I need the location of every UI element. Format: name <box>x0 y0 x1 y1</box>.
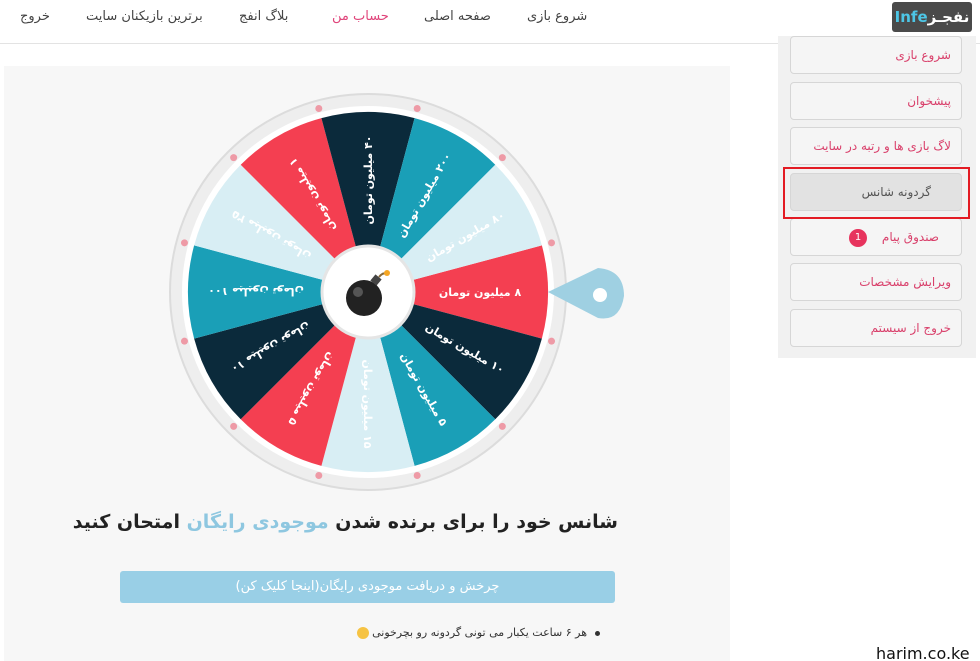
sidebar-item-dashboard[interactable]: پیشخوان <box>790 82 962 120</box>
watermark: harim.co.ke <box>876 644 970 661</box>
sidebar-item-start-game[interactable]: شروع بازی <box>790 36 962 74</box>
smiley-icon <box>357 627 370 639</box>
nav-my-account[interactable]: حساب من <box>332 9 389 24</box>
rim-dot <box>413 104 421 112</box>
rim-dot <box>230 422 238 430</box>
page-headline: شانس خود را برای برنده شدن موجودی رایگان… <box>73 511 618 533</box>
rim-dot <box>548 239 556 247</box>
logo-text: نفجـز <box>927 8 970 26</box>
highlight-box <box>783 167 970 219</box>
site-logo[interactable]: Infeنفجـز <box>892 2 972 32</box>
wheel-segment-label: ۸ میلیون تومان <box>439 286 522 299</box>
nav-logout[interactable]: خروج <box>20 9 50 24</box>
headline-after: امتحان کنید <box>72 511 180 533</box>
nav-home[interactable]: صفحه اصلی <box>424 9 491 24</box>
rim-dot <box>180 337 188 345</box>
logo-accent: Infe <box>894 8 928 26</box>
sidebar-item-game-log[interactable]: لاگ بازی ها و رتبه در سایت <box>790 127 962 165</box>
wheel-segment-label: ۱۵ میلیون تومان <box>361 359 374 448</box>
rim-dot <box>230 154 238 162</box>
wheel-segment-label: ۴۰ میلیون تومان <box>362 135 375 224</box>
wheel-segment-label: ۱۰۰ میلیون تومان <box>208 285 304 298</box>
rim-dot <box>180 239 188 247</box>
sidebar-item-edit-profile[interactable]: ویرایش مشخصات <box>790 263 962 301</box>
spin-button[interactable]: چرخش و دریافت موجودی رایگان(اینجا کلیک ک… <box>120 571 615 603</box>
rim-dot <box>548 337 556 345</box>
sidebar-item-inbox[interactable]: صندوق پیام <box>790 218 962 256</box>
sidebar-item-sign-out[interactable]: خروج از سیستم <box>790 309 962 347</box>
rim-dot <box>413 472 421 480</box>
spin-note-text: هر ۶ ساعت یکبار می تونی گردونه رو بچرخون… <box>372 626 587 639</box>
prize-wheel[interactable]: ۸ میلیون تومان۱۰ میلیون تومان۵ میلیون تو… <box>150 90 630 502</box>
nav-start-game[interactable]: شروع بازی <box>527 9 587 24</box>
rim-dot <box>498 154 506 162</box>
rim-dot <box>498 422 506 430</box>
rim-dot <box>315 472 323 480</box>
spin-note: هر ۶ ساعت یکبار می تونی گردونه رو بچرخون… <box>330 626 600 639</box>
rim-dot <box>315 104 323 112</box>
nav-top-players[interactable]: برترین بازیکنان سایت <box>86 9 203 24</box>
bullet-icon <box>595 630 600 636</box>
headline-before: شانس خود را برای برنده شدن <box>335 511 618 533</box>
nav-blog[interactable]: بلاگ انفج <box>239 9 288 24</box>
unread-count-badge: 1 <box>849 229 867 247</box>
headline-highlight: موجودی رایگان <box>186 511 329 533</box>
